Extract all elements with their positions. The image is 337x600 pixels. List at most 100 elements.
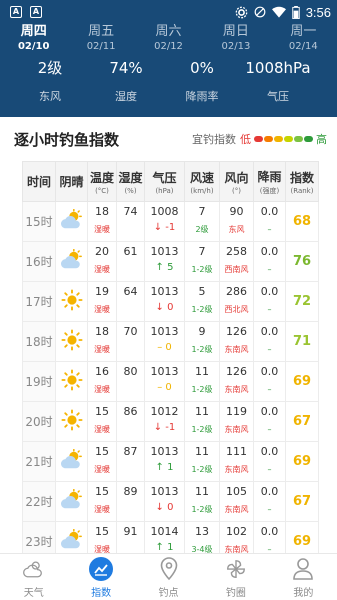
- column-header: 时间: [22, 161, 56, 202]
- fishing-index-table: 时间 阴晴 温度 (°C) 湿度 (%) 气压 (hPa) 风速 (km/h) 风向 (°) 降雨 (强度…: [22, 161, 319, 562]
- pressure-trend: ↑ 1: [155, 462, 174, 473]
- date-tab-1[interactable]: 周五 02/11: [67, 24, 134, 58]
- pressure-value: 1013: [150, 365, 179, 378]
- rain-cell: 0.0 –: [253, 401, 286, 442]
- time-cell: 22时: [22, 481, 56, 522]
- table-row[interactable]: 18时 18 湿暖 70 1013 – 0 9 1-2级 126 东南风 0.0 – 71: [22, 321, 319, 362]
- temperature-value: 19: [95, 285, 109, 298]
- status-time: 3:56: [305, 4, 331, 20]
- legend-swatch: [304, 136, 313, 142]
- wind-direction-value: 286: [226, 285, 247, 298]
- wind-level: 1-2级: [191, 265, 213, 274]
- column-title: 指数: [289, 170, 314, 185]
- date-tab-0[interactable]: 周四 02/10: [0, 24, 67, 58]
- weather-label: 降雨率: [185, 90, 219, 103]
- index-value: 69: [292, 454, 312, 469]
- table-row[interactable]: 20时 15 湿暖 86 1012 ↓ -1 11 1-2级 119 东南风 0.0 – 67: [22, 401, 319, 442]
- weather-pressure: 1008hPa 气压: [236, 60, 320, 104]
- weather-label: 气压: [267, 90, 289, 103]
- wind-direction-text: 西南风: [224, 265, 249, 274]
- temperature-value: 15: [95, 485, 109, 498]
- column-header: 风向 (°): [219, 161, 254, 202]
- table-row[interactable]: 16时 20 湿暖 61 1013 ↑ 5 7 1-2级 258 西南风 0.0 – 76: [22, 241, 319, 282]
- date-tab-2[interactable]: 周六 02/12: [135, 24, 202, 58]
- wind-level: 2级: [195, 225, 209, 234]
- temperature-cell: 16 湿暖: [87, 361, 117, 402]
- temperature-cell: 18 湿暖: [87, 321, 117, 362]
- rain-value: 0.0: [260, 445, 279, 458]
- time-cell: 16时: [22, 241, 56, 282]
- table-row[interactable]: 21时 15 湿暖 87 1013 ↑ 1 11 1-2级 111 东南风 0.0 – 69: [22, 441, 319, 482]
- temperature-cell: 15 湿暖: [87, 401, 117, 442]
- humidity-cell: 87: [116, 441, 145, 482]
- wind-speed-value: 13: [195, 525, 209, 538]
- nav-item-1[interactable]: 指数: [67, 554, 134, 600]
- nav-item-2[interactable]: 钓点: [135, 554, 202, 600]
- sunny-icon: [60, 289, 83, 314]
- index-cell: 69: [285, 441, 319, 482]
- location-pin-icon: [135, 554, 202, 584]
- wind-level: 1-2级: [191, 385, 213, 394]
- humidity-value: 91: [123, 525, 138, 538]
- wind-level: 1-2级: [191, 345, 213, 354]
- index-value: 67: [292, 494, 312, 509]
- pressure-value: 1013: [150, 485, 179, 498]
- rain-note: –: [267, 305, 272, 314]
- wind-speed-value: 11: [195, 445, 209, 458]
- humidity-value: 86: [123, 405, 138, 418]
- wind-speed-cell: 11 1-2级: [184, 441, 220, 482]
- rain-cell: 0.0 –: [253, 361, 286, 402]
- time-cell: 17时: [22, 281, 56, 322]
- table-row[interactable]: 19时 16 湿暖 80 1013 – 0 11 1-2级 126 东南风 0.0 – 69: [22, 361, 319, 402]
- column-unit: (Rank): [290, 186, 314, 195]
- weather-value: 74%: [109, 59, 143, 77]
- nav-item-3[interactable]: 钓圈: [202, 554, 269, 600]
- wind-direction-value: 119: [226, 405, 247, 418]
- date-date: 02/13: [221, 41, 251, 52]
- weather-label: 东风: [39, 90, 61, 103]
- wind-speed-cell: 11 1-2级: [184, 481, 220, 522]
- wind-direction-value: 90: [229, 205, 244, 218]
- time-text: 18时: [25, 335, 53, 349]
- pressure-cell: 1013 ↑ 5: [144, 241, 185, 282]
- index-legend: 宜钓指数 低 高: [192, 131, 327, 147]
- humidity-cell: 70: [116, 321, 145, 362]
- column-title: 湿度: [118, 170, 143, 185]
- index-value: 67: [292, 414, 312, 429]
- weather-cell: [55, 201, 88, 242]
- rain-value: 0.0: [260, 325, 279, 338]
- wind-direction-cell: 111 东南风: [219, 441, 254, 482]
- legend-color-bar: [254, 136, 313, 142]
- rain-cell: 0.0 –: [253, 281, 286, 322]
- legend-swatch: [264, 136, 273, 142]
- date-tab-3[interactable]: 周日 02/13: [202, 24, 269, 58]
- humidity-cell: 74: [116, 201, 145, 242]
- date-tab-4[interactable]: 周一 02/14: [270, 24, 337, 58]
- weather-label: 湿度: [115, 90, 137, 103]
- temperature-value: 18: [95, 205, 109, 218]
- temperature-note: 湿暖: [94, 305, 110, 314]
- column-title: 时间: [26, 175, 51, 189]
- nav-label: 指数: [91, 588, 112, 599]
- column-title: 降雨: [257, 169, 282, 184]
- nav-item-0[interactable]: 天气: [0, 554, 67, 600]
- table-row[interactable]: 15时 18 湿暖 74 1008 ↓ -1 7 2级 90 东风 0.0 – 68: [22, 201, 319, 242]
- table-row[interactable]: 17时 19 湿暖 64 1013 ↓ 0 5 1-2级 286 西北风 0.0 – 72: [22, 281, 319, 322]
- pressure-trend: ↑ 1: [155, 542, 174, 553]
- weather-cell: [55, 361, 88, 402]
- temperature-cell: 15 湿暖: [87, 441, 117, 482]
- temperature-value: 18: [95, 325, 109, 338]
- user-icon: [270, 554, 337, 584]
- table-row[interactable]: 22时 15 湿暖 89 1013 ↓ 0 11 1-2级 105 东南风 0.0 – 67: [22, 481, 319, 522]
- pressure-cell: 1013 ↓ 0: [144, 481, 185, 522]
- legend-swatch: [294, 136, 303, 142]
- rain-value: 0.0: [260, 405, 279, 418]
- nav-item-4[interactable]: 我的: [270, 554, 337, 600]
- temperature-cell: 20 湿暖: [87, 241, 117, 282]
- index-value: 71: [292, 334, 312, 349]
- pressure-value: 1012: [150, 405, 179, 418]
- date-day: 周五: [88, 24, 115, 39]
- index-value: 69: [292, 534, 312, 549]
- wind-direction-cell: 126 东南风: [219, 321, 254, 362]
- column-header: 温度 (°C): [87, 161, 117, 202]
